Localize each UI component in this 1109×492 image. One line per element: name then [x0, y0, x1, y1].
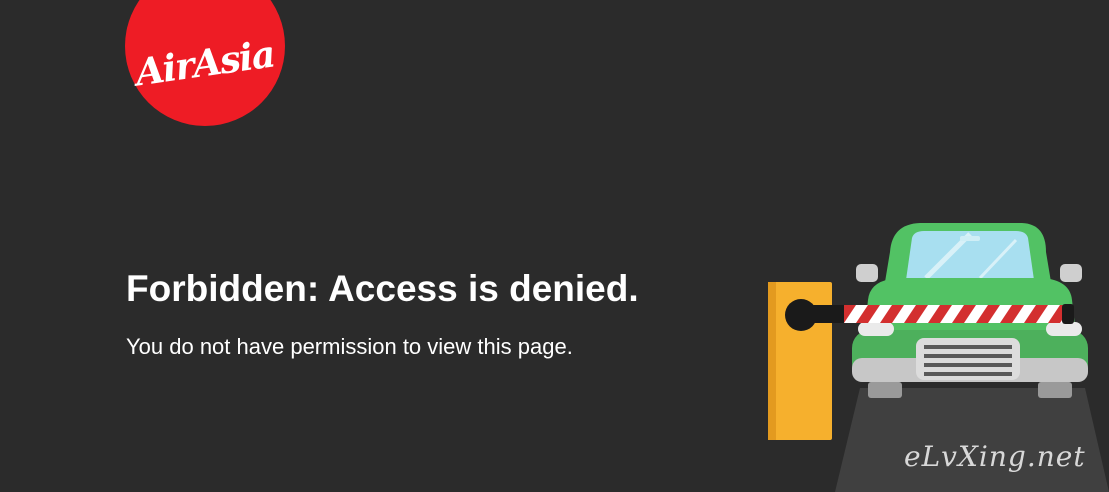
error-message: You do not have permission to view this …: [126, 334, 573, 359]
airasia-logo[interactable]: AirAsia: [125, 0, 285, 126]
logo-text: AirAsia: [132, 31, 278, 95]
watermark: eLvXing.net: [904, 440, 1086, 473]
error-title: Forbidden: Access is denied.: [126, 268, 639, 309]
